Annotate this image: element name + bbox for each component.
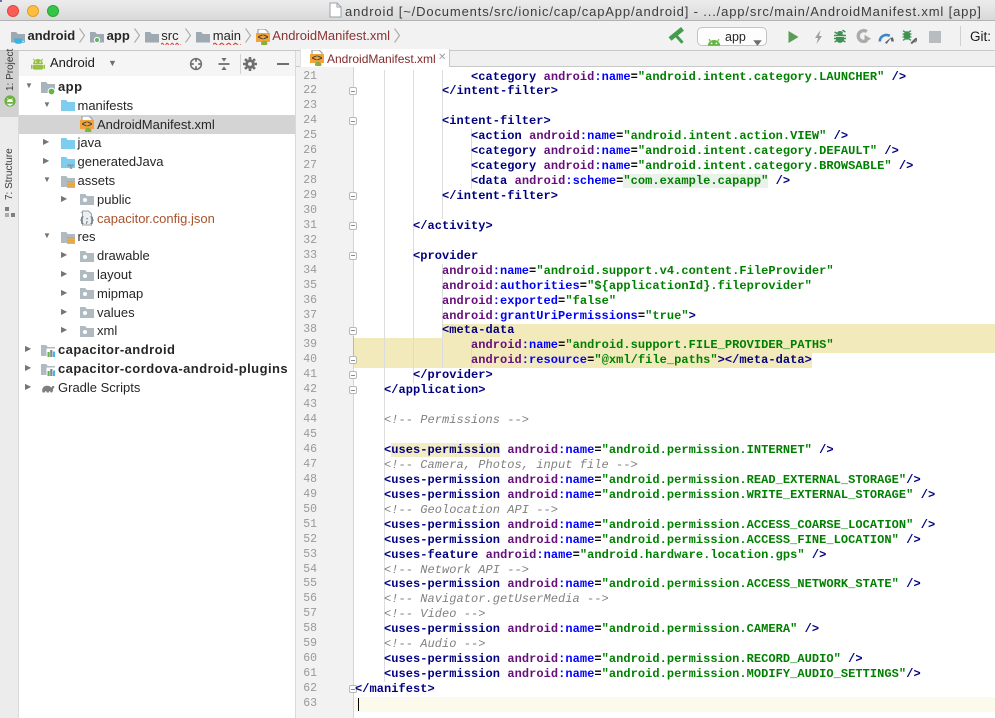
svg-text:{;}: {;} [79, 216, 94, 226]
